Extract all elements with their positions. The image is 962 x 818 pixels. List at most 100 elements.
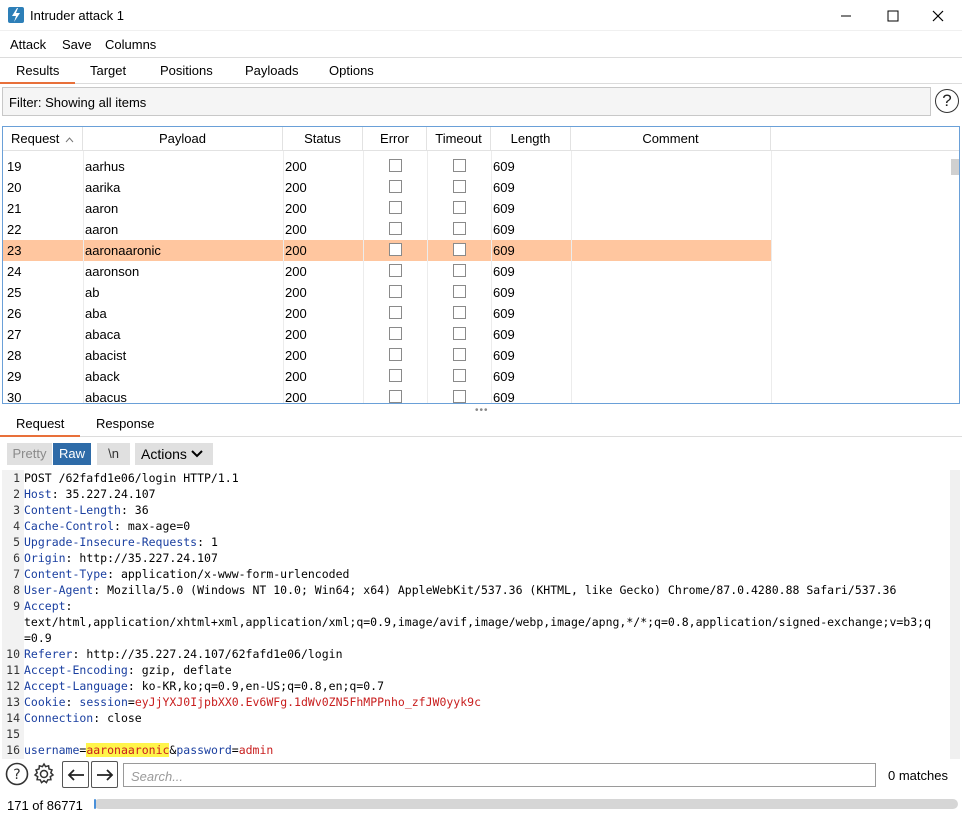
table-row[interactable]: 22 aaron 200 609 — [3, 219, 771, 240]
help-icon[interactable]: ? — [935, 89, 959, 113]
table-row[interactable]: 30 abacus 200 609 — [3, 387, 771, 404]
main-tabs: Results Target Positions Payloads Option… — [0, 57, 962, 84]
table-row[interactable]: 26 aba 200 609 — [3, 303, 771, 324]
col-error[interactable]: Error — [363, 127, 427, 151]
cell-payload: aback — [85, 369, 120, 384]
code-token: : http://35.227.24.107 — [65, 551, 218, 565]
cell-length: 609 — [493, 222, 515, 237]
table-scrollbar-thumb[interactable] — [951, 159, 959, 175]
code-line: Cache-Control: max-age=0 — [24, 519, 190, 533]
code-line: Referer: http://35.227.24.107/62fafd1e06… — [24, 647, 343, 661]
table-scrollbar[interactable] — [949, 151, 959, 403]
timeout-checkbox — [453, 390, 466, 403]
table-row[interactable]: 21 aaron 200 609 — [3, 198, 771, 219]
cell-request: 28 — [7, 348, 22, 363]
cell-request: 20 — [7, 180, 22, 195]
menu-bar: Attack Save Columns — [0, 33, 962, 56]
cell-request: 25 — [7, 285, 22, 300]
pretty-button[interactable]: Pretty — [7, 443, 52, 465]
column-divider — [283, 151, 284, 403]
code-line: Accept-Language: ko-KR,ko;q=0.9,en-US;q=… — [24, 679, 384, 693]
cell-status: 200 — [285, 390, 307, 404]
code-token: Content-Type — [24, 567, 108, 581]
column-divider — [363, 151, 364, 403]
tab-options[interactable]: Options — [329, 63, 374, 78]
gear-icon[interactable] — [32, 762, 56, 786]
filter-bar[interactable]: Filter: Showing all items — [2, 87, 931, 116]
table-row[interactable]: 20 aarika 200 609 — [3, 177, 771, 198]
col-status[interactable]: Status — [283, 127, 363, 151]
code-line: Origin: http://35.227.24.107 — [24, 551, 218, 565]
tab-target[interactable]: Target — [90, 63, 126, 78]
error-checkbox — [389, 327, 402, 340]
code-token: : 35.227.24.107 — [51, 487, 156, 501]
cell-request: 29 — [7, 369, 22, 384]
cell-request: 30 — [7, 390, 22, 404]
tab-results[interactable]: Results — [16, 63, 59, 78]
next-match-button[interactable] — [91, 761, 118, 788]
line-number: 15 — [6, 727, 20, 741]
cell-length: 609 — [493, 243, 515, 258]
cell-status: 200 — [285, 306, 307, 321]
code-line: text/html,application/xhtml+xml,applicat… — [24, 615, 931, 629]
minimize-button[interactable] — [823, 0, 868, 31]
col-length[interactable]: Length — [491, 127, 571, 151]
search-input[interactable]: Search... — [123, 763, 876, 787]
code-token: = — [127, 695, 135, 709]
col-timeout[interactable]: Timeout — [427, 127, 491, 151]
line-number: 1 — [13, 471, 20, 485]
code-token: : Mozilla/5.0 (Windows NT 10.0; Win64; x… — [93, 583, 897, 597]
menu-save[interactable]: Save — [62, 37, 92, 52]
cell-length: 609 — [493, 306, 515, 321]
line-number: 8 — [13, 583, 20, 597]
code-token: =0.9 — [24, 631, 52, 645]
previous-match-button[interactable] — [62, 761, 89, 788]
code-token: : — [65, 599, 73, 613]
cell-payload: aaronson — [85, 264, 140, 279]
help-icon[interactable]: ? — [5, 762, 29, 786]
line-number: 16 — [6, 743, 20, 757]
menu-attack[interactable]: Attack — [10, 37, 46, 52]
cell-request: 21 — [7, 201, 22, 216]
table-row[interactable]: 23 aaronaaronic 200 609 — [3, 240, 771, 261]
table-row[interactable]: 29 aback 200 609 — [3, 366, 771, 387]
table-row[interactable]: 28 abacist 200 609 — [3, 345, 771, 366]
table-body: 19 aarhus 200 609 20 aarika 200 609 21 aaron 200 60… — [3, 151, 949, 404]
progress-fill — [94, 799, 96, 809]
code-line: User-Agent: Mozilla/5.0 (Windows NT 10.0… — [24, 583, 896, 597]
raw-button[interactable]: Raw — [53, 443, 91, 465]
table-row[interactable]: 19 aarhus 200 609 — [3, 156, 771, 177]
editor-scrollbar[interactable] — [950, 470, 960, 759]
actions-button[interactable]: Actions — [135, 443, 213, 465]
maximize-button[interactable] — [870, 0, 915, 31]
chevron-down-icon — [191, 443, 203, 471]
cell-request: 19 — [7, 159, 22, 174]
col-comment[interactable]: Comment — [571, 127, 771, 151]
tab-response[interactable]: Response — [96, 416, 155, 431]
tab-payloads[interactable]: Payloads — [245, 63, 298, 78]
cell-length: 609 — [493, 327, 515, 342]
table-row[interactable]: 27 abaca 200 609 — [3, 324, 771, 345]
table-row[interactable]: 24 aaronson 200 609 — [3, 261, 771, 282]
line-number: 6 — [13, 551, 20, 565]
code-line: Upgrade-Insecure-Requests: 1 — [24, 535, 218, 549]
tab-positions[interactable]: Positions — [160, 63, 213, 78]
svg-text:?: ? — [13, 767, 20, 783]
table-header: Request Payload Status Error Timeout Len… — [3, 127, 959, 151]
col-payload[interactable]: Payload — [83, 127, 283, 151]
close-button[interactable] — [915, 0, 960, 31]
col-request[interactable]: Request — [3, 127, 83, 151]
cell-length: 609 — [493, 159, 515, 174]
detail-tabs: Request Response — [0, 412, 962, 437]
table-row[interactable]: 25 ab 200 609 — [3, 282, 771, 303]
show-newlines-button[interactable]: \n — [97, 443, 130, 465]
request-editor[interactable]: 1 POST /62fafd1e06/login HTTP/1.1 2 Host: 3… — [2, 470, 950, 759]
cell-request: 27 — [7, 327, 22, 342]
cell-payload: aaronaaronic — [85, 243, 161, 258]
menu-columns[interactable]: Columns — [105, 37, 156, 52]
line-number: 9 — [13, 599, 20, 613]
line-number: 13 — [6, 695, 20, 709]
tab-request[interactable]: Request — [16, 416, 64, 431]
timeout-checkbox — [453, 243, 466, 256]
code-token: Accept-Language — [24, 679, 128, 693]
